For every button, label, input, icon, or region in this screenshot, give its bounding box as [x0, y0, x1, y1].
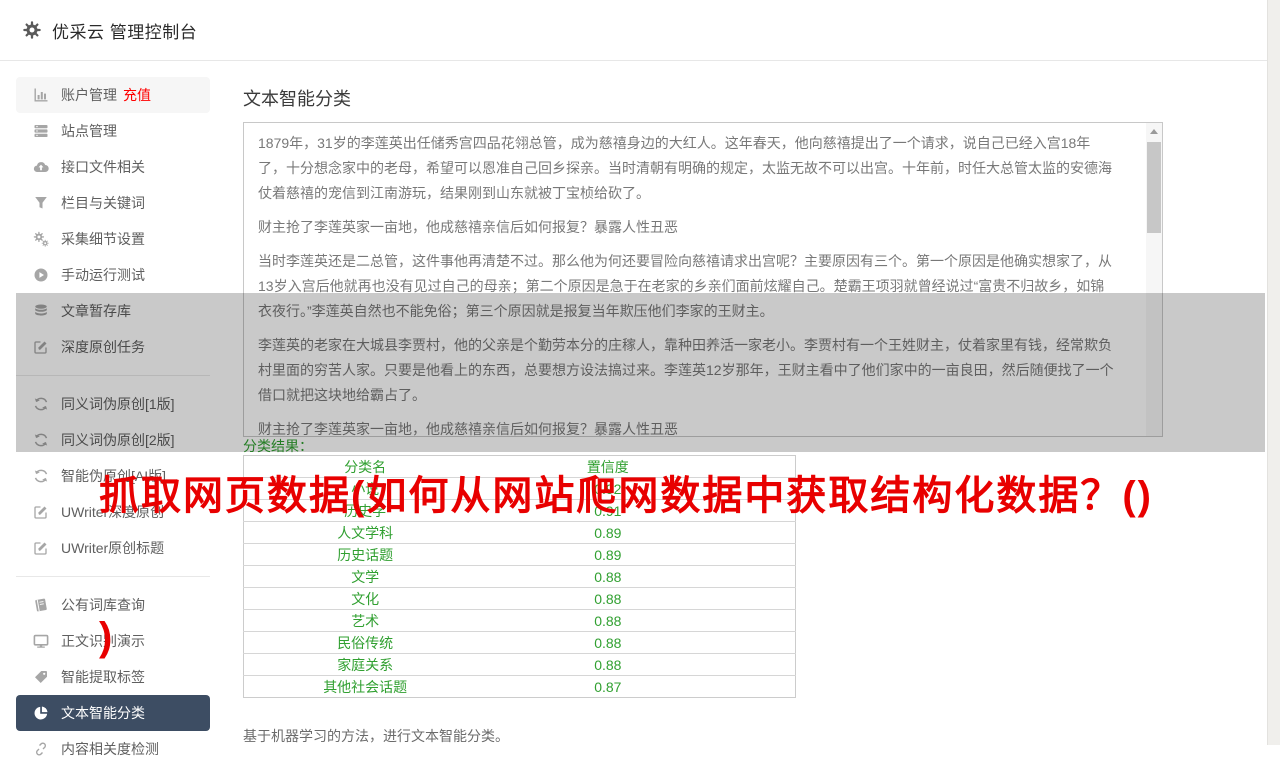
scrollbar-thumb[interactable] [1147, 142, 1161, 233]
refresh-icon [33, 468, 49, 484]
sidebar-item-manual-run-test[interactable]: 手动运行测试 [16, 257, 210, 293]
edit-icon [33, 504, 49, 520]
sidebar-item-label: 栏目与关键词 [61, 195, 145, 211]
bar-chart-icon [33, 87, 49, 103]
pie-chart-icon [33, 705, 49, 721]
browser-scrollbar[interactable] [1267, 0, 1280, 745]
link-icon [33, 741, 49, 757]
page-title: 文本智能分类 [243, 89, 351, 109]
sidebar-item-site-management[interactable]: 站点管理 [16, 113, 210, 149]
app-title: 优采云 管理控制台 [52, 22, 198, 42]
server-icon [33, 123, 49, 139]
watermark-line2: ) [99, 615, 115, 659]
article-paragraph: 1879年，31岁的李莲英出任储秀宫四品花翎总管，成为慈禧身边的大红人。这年春天… [258, 135, 1112, 201]
sidebar-item-collection-settings[interactable]: 采集细节设置 [16, 221, 210, 257]
cloud-upload-icon [33, 159, 49, 175]
sidebar-item-label: 内容相关度检测 [61, 741, 159, 757]
sidebar-item-interface-files[interactable]: 接口文件相关 [16, 149, 210, 185]
sidebar-item-label: 站点管理 [61, 123, 117, 139]
edit-icon [33, 540, 49, 556]
watermark-text: 抓取网页数据(如何从网站爬网数据中获取结构化数据？() ) [99, 379, 1153, 708]
scrollbar-up-arrow-icon[interactable] [1146, 123, 1162, 139]
sidebar-item-label: 接口文件相关 [61, 159, 145, 175]
play-circle-icon [33, 267, 49, 283]
tag-icon [33, 669, 49, 685]
article-paragraph: 财主抢了李莲英家一亩地，他成慈禧亲信后如何报复？暴露人性丑恶 [258, 219, 678, 235]
watermark-line1: 抓取网页数据(如何从网站爬网数据中获取结构化数据？() [99, 474, 1153, 518]
sidebar-item-account-management[interactable]: 账户管理 充值 [16, 77, 210, 113]
sidebar-item-content-relevance-check[interactable]: 内容相关度检测 [16, 731, 210, 767]
sidebar-item-columns-keywords[interactable]: 栏目与关键词 [16, 185, 210, 221]
gear-icon [22, 20, 42, 40]
sidebar-item-label: 手动运行测试 [61, 267, 145, 283]
recharge-link[interactable]: 充值 [123, 85, 151, 105]
top-bar: 优采云 管理控制台 [0, 0, 1280, 61]
gears-icon [33, 231, 49, 247]
funnel-icon [33, 195, 49, 211]
footer-note: 基于机器学习的方法，进行文本智能分类。 [243, 728, 509, 744]
book-icon [33, 597, 49, 613]
sidebar-item-label: 账户管理 [61, 87, 117, 103]
sidebar-item-label: 采集细节设置 [61, 231, 145, 247]
monitor-icon [33, 633, 49, 649]
